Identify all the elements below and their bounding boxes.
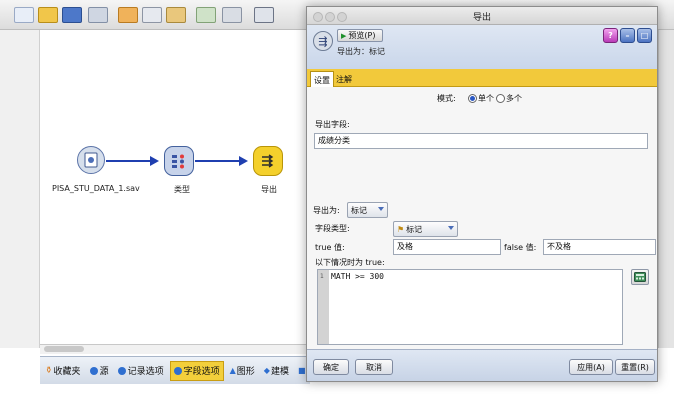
calculator-icon <box>634 272 646 282</box>
export-node-icon <box>262 154 274 168</box>
export-node-icon: ⇶ <box>313 31 333 51</box>
reset-button[interactable]: 重置(R) <box>615 359 655 375</box>
radio-selected-icon <box>468 94 477 103</box>
mode-label: 模式: <box>437 94 456 103</box>
condition-label: 以下情况时为 true: <box>315 258 385 267</box>
chevron-down-icon <box>448 226 454 230</box>
tab-annotations[interactable]: 注解 <box>333 71 355 87</box>
maximize-icon[interactable]: □ <box>637 28 652 43</box>
new-stream-icon[interactable] <box>14 7 34 23</box>
right-panel-edge <box>658 30 674 348</box>
output-icon: ■ <box>297 366 306 375</box>
export-node-label: 导出 <box>261 185 277 194</box>
arrow-head-icon <box>150 156 159 166</box>
expression-builder-button[interactable] <box>631 269 649 285</box>
file-source-icon <box>84 152 98 168</box>
window-bottom <box>0 384 674 406</box>
radio-unselected-icon <box>496 94 505 103</box>
paste-icon[interactable] <box>166 7 186 23</box>
type-node-icon <box>172 154 184 169</box>
canvas-scroll-thumb[interactable] <box>44 346 84 352</box>
export-field-input[interactable]: 成绩分类 <box>314 133 648 149</box>
ok-button[interactable]: 确定 <box>313 359 349 375</box>
mode-radio-single[interactable]: 单个 <box>467 93 494 104</box>
dialog-header: ⇶ ▶ 预览(P) 导出为：标记 ? – □ <box>307 25 657 69</box>
dialog-tabs: 设置 注解 <box>307 69 657 88</box>
arrow-head-icon <box>239 156 248 166</box>
field-type-dropdown[interactable]: ⚑ 标记 <box>393 221 458 237</box>
tab-settings[interactable]: 设置 <box>310 71 334 88</box>
settings-panel: 模式: 单个 多个 导出字段: 成绩分类 导出为: 标记 字段类型: ⚑ 标记 … <box>307 87 657 349</box>
export-dialog: 导出 ⇶ ▶ 预览(P) 导出为：标记 ? – □ 设置 注解 模式: 单个 多… <box>306 6 658 382</box>
expression-text[interactable]: MATH >= 300 <box>331 272 384 281</box>
play-icon: ▶ <box>341 31 347 40</box>
node-palette: ⚱ 收藏夹 源 记录选项 字段选项 ▲ 图形 ◆ 建模 ■ 输出 <box>40 356 325 384</box>
source-node[interactable] <box>77 146 105 174</box>
field-type-label: 字段类型: <box>315 224 350 233</box>
condition-expression-editor[interactable]: 1 MATH >= 300 <box>317 269 623 345</box>
print-icon[interactable] <box>88 7 108 23</box>
export-as-label: 导出为: <box>313 206 340 215</box>
copy-icon[interactable] <box>142 7 162 23</box>
sources-icon <box>89 366 98 375</box>
left-gutter <box>0 30 40 348</box>
save-icon[interactable] <box>62 7 82 23</box>
type-node[interactable] <box>164 146 194 176</box>
dialog-titlebar[interactable]: 导出 <box>307 7 657 25</box>
palette-tab-record-ops[interactable]: 记录选项 <box>115 362 167 380</box>
field-ops-icon <box>173 366 182 375</box>
source-node-label: PISA_STU_DATA_1.sav <box>52 184 140 193</box>
grid-icon[interactable] <box>254 7 274 23</box>
dialog-title: 导出 <box>472 13 491 23</box>
false-value-input[interactable]: 不及格 <box>543 239 656 255</box>
cut-icon[interactable] <box>118 7 138 23</box>
export-as-dropdown[interactable]: 标记 <box>347 202 388 218</box>
undo-icon[interactable] <box>196 7 216 23</box>
record-ops-icon <box>117 366 126 375</box>
dialog-footer: 确定 取消 应用(A) 重置(R) <box>307 349 657 381</box>
flag-icon: ⚑ <box>397 224 405 234</box>
true-value-label: true 值: <box>315 243 345 252</box>
palette-tab-favorites[interactable]: ⚱ 收藏夹 <box>42 362 84 380</box>
palette-tab-graphs[interactable]: ▲ 图形 <box>227 362 258 380</box>
palette-tab-sources[interactable]: 源 <box>87 362 112 380</box>
palette-tab-field-ops[interactable]: 字段选项 <box>169 360 224 381</box>
false-value-label: false 值: <box>504 243 537 252</box>
cancel-button[interactable]: 取消 <box>355 359 393 375</box>
modeling-icon: ◆ <box>263 366 270 375</box>
true-value-input[interactable]: 及格 <box>393 239 501 255</box>
minimize-icon[interactable]: – <box>620 28 635 43</box>
type-node-label: 类型 <box>174 185 190 194</box>
export-node[interactable] <box>253 146 283 176</box>
favorites-icon: ⚱ <box>45 365 53 376</box>
export-field-label: 导出字段: <box>315 120 350 129</box>
chevron-down-icon <box>378 207 384 211</box>
link-type-to-export <box>195 160 239 162</box>
link-source-to-type <box>106 160 150 162</box>
open-folder-icon[interactable] <box>38 7 58 23</box>
help-icon[interactable]: ? <box>603 28 618 43</box>
palette-tab-modeling[interactable]: ◆ 建模 <box>261 362 292 380</box>
preview-button[interactable]: ▶ 预览(P) <box>337 29 383 42</box>
apply-button[interactable]: 应用(A) <box>569 359 613 375</box>
line-number-gutter <box>318 270 329 344</box>
export-as-header: 导出为：标记 <box>337 47 385 56</box>
redo-icon[interactable] <box>222 7 242 23</box>
mode-radio-multiple[interactable]: 多个 <box>495 93 522 104</box>
line-number: 1 <box>320 273 324 280</box>
graphs-icon: ▲ <box>229 366 236 375</box>
